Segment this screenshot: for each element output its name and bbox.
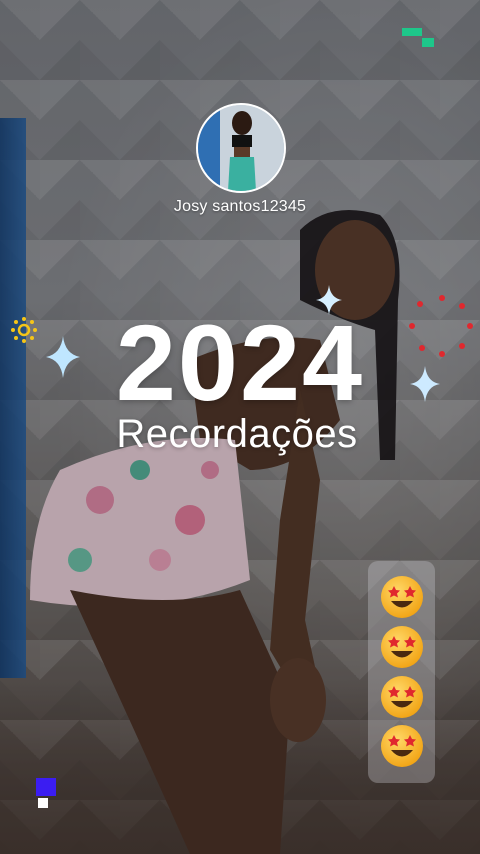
profile-avatar[interactable]	[196, 103, 286, 193]
reaction-star-struck-button[interactable]	[381, 725, 423, 767]
memories-subtitle: Recordações	[116, 412, 358, 456]
watermark-logo-icon	[36, 778, 56, 808]
app-logo-icon	[402, 28, 434, 47]
star-struck-emoji-icon	[388, 735, 416, 757]
reaction-star-struck-button[interactable]	[381, 576, 423, 618]
reaction-star-struck-button[interactable]	[381, 676, 423, 718]
star-struck-emoji-icon	[388, 586, 416, 608]
star-struck-emoji-icon	[388, 636, 416, 658]
reaction-star-struck-button[interactable]	[381, 626, 423, 668]
avatar-photo-icon	[198, 105, 284, 191]
year-title: 2024	[115, 302, 365, 423]
star-struck-emoji-icon	[388, 686, 416, 708]
reactions-panel	[368, 561, 435, 783]
profile-username: Josy santos12345	[173, 198, 307, 215]
